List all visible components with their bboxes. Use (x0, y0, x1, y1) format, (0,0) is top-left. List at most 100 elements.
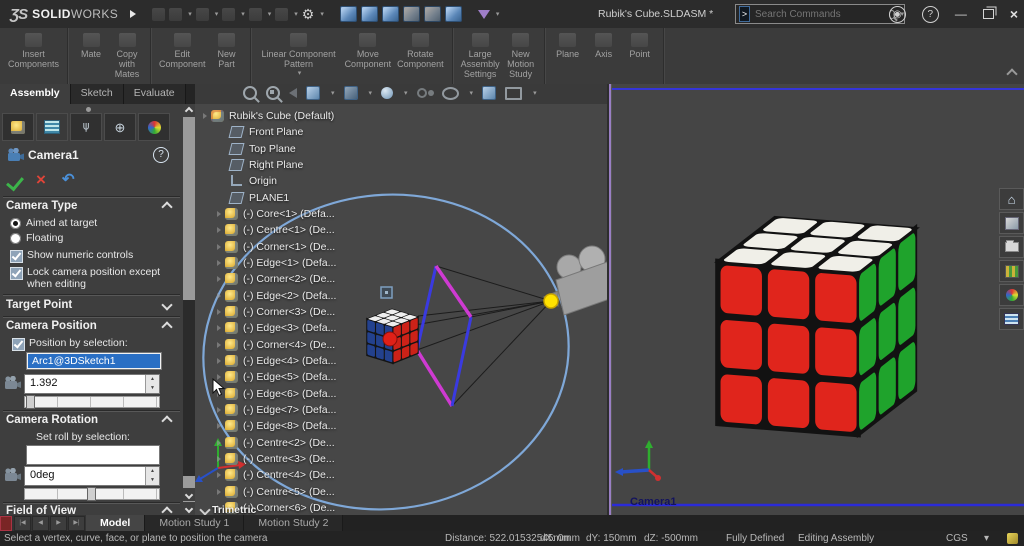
undo-icon[interactable] (249, 8, 262, 21)
new-file-icon[interactable] (169, 8, 182, 21)
home-tab-button[interactable]: ⌂ (999, 188, 1024, 210)
tab-sketch[interactable]: Sketch (71, 84, 124, 104)
linear-component-pattern-button[interactable]: Linear Component Pattern ▾ (259, 30, 339, 77)
tree-item[interactable]: (-) Centre<3> (De... (217, 451, 335, 466)
tree-item[interactable]: (-) Edge<7> (Defa... (217, 402, 336, 417)
collapse-camera-position-icon[interactable] (161, 321, 172, 332)
tree-item[interactable]: (-) Corner<3> (De... (217, 304, 335, 319)
open-file-icon[interactable] (196, 8, 209, 21)
tree-item[interactable]: (-) Edge<2> (Defa... (217, 288, 336, 303)
graphics-viewport-main[interactable]: ▾ ▾ ▾ ▾ ▾ Rubik's Cube (Default) Front P… (195, 84, 608, 515)
point-button[interactable]: Point (625, 30, 655, 59)
camera-position-slider[interactable] (24, 396, 160, 408)
large-assembly-settings-button[interactable]: Large Assembly Settings (461, 30, 500, 79)
ok-button[interactable] (6, 173, 24, 192)
camera-rotation-spinner[interactable]: 0deg ▲▼ (24, 466, 160, 486)
axis-button[interactable]: Axis (589, 30, 619, 59)
view-settings-icon[interactable] (505, 87, 522, 100)
insert-components-button[interactable]: Insert Components (8, 30, 59, 69)
tab-dimxpert[interactable]: ⊕ (104, 113, 136, 141)
search-commands-box[interactable]: > ▾ (735, 4, 905, 24)
tree-item[interactable]: (-) Centre<1> (De... (217, 222, 335, 237)
collapse-camera-rotation-icon[interactable] (161, 415, 172, 426)
tab-display-manager[interactable] (138, 113, 170, 141)
view-cube-icon-1[interactable] (340, 6, 357, 22)
spin-down-icon[interactable]: ▼ (146, 476, 159, 485)
rebuild-dropdown-icon[interactable]: ▾ (294, 10, 298, 18)
move-component-button[interactable]: Move Component (345, 30, 392, 69)
tab-configuration-manager[interactable]: ⋔ (70, 113, 102, 141)
help-icon[interactable]: ? (922, 6, 939, 23)
big-rubiks-cube[interactable] (714, 216, 920, 438)
home-icon[interactable] (152, 8, 165, 21)
tab-motion-study-2[interactable]: Motion Study 2 (244, 515, 343, 531)
hide-show-items-icon[interactable] (417, 88, 427, 98)
tab-scroll-next-button[interactable]: ▶ (50, 516, 67, 531)
zoom-fit-icon[interactable] (243, 86, 257, 100)
camera-rotation-slider[interactable] (24, 488, 160, 500)
view-orientation-icon[interactable] (344, 86, 358, 100)
section-view-icon[interactable] (306, 86, 320, 100)
tab-model[interactable]: Model (86, 515, 145, 531)
edit-component-button[interactable]: Edit Component (159, 30, 206, 69)
collapse-camera-type-icon[interactable] (161, 201, 172, 212)
tree-item[interactable]: (-) Corner<2> (De... (217, 271, 335, 286)
filter-dropdown-icon[interactable]: ▾ (496, 10, 500, 18)
scroll-down-button[interactable] (183, 488, 195, 501)
options-dropdown-icon[interactable]: ▾ (320, 10, 324, 18)
restore-button[interactable] (983, 9, 994, 19)
checkbox-lock-camera[interactable] (10, 267, 23, 280)
spin-down-icon[interactable]: ▼ (146, 384, 159, 393)
panel-scrollbar[interactable] (183, 104, 195, 515)
tab-evaluate[interactable]: Evaluate (124, 84, 186, 104)
save-dropdown-icon[interactable]: ▾ (241, 10, 245, 18)
edit-appearance-icon[interactable] (442, 87, 459, 100)
options-gear-icon[interactable]: ⚙ (302, 7, 315, 21)
tree-item[interactable]: Right Plane (221, 157, 303, 172)
camera-model[interactable] (544, 246, 608, 315)
spin-up-icon[interactable]: ▲ (146, 467, 159, 476)
user-account-icon[interactable]: ◉ (889, 6, 906, 23)
checkbox-position-by-selection[interactable] (12, 338, 25, 351)
plane-button[interactable]: Plane (553, 30, 583, 59)
tree-item[interactable]: (-) Corner<1> (De... (217, 239, 335, 254)
zoom-area-icon[interactable] (266, 86, 280, 100)
design-library-button[interactable] (999, 236, 1024, 258)
rebuild-icon[interactable] (275, 8, 288, 21)
new-motion-study-button[interactable]: New Motion Study (506, 30, 536, 79)
slider-thumb[interactable] (26, 395, 35, 409)
status-icon[interactable] (1007, 533, 1018, 544)
tab-scroll-last-button[interactable]: ▶| (68, 516, 85, 531)
tree-item[interactable]: (-) Edge<6> (Defa... (217, 386, 336, 401)
position-selection-listbox[interactable]: Arc1@3DSketch1 (26, 352, 162, 370)
status-units[interactable]: CGS (946, 533, 968, 544)
tree-item[interactable]: (-) Edge<8> (Defa... (217, 418, 336, 433)
view-cube-icon-3[interactable] (382, 6, 399, 22)
appearances-button[interactable] (999, 284, 1024, 306)
rotation-value[interactable]: 0deg (25, 467, 145, 485)
status-units-dropdown[interactable]: ▾ (984, 533, 989, 544)
point-marker[interactable] (381, 287, 392, 298)
selected-entity[interactable]: Arc1@3DSketch1 (28, 354, 160, 368)
new-part-button[interactable]: New Part (212, 30, 242, 69)
resources-button[interactable] (999, 212, 1024, 234)
tree-item[interactable]: (-) Edge<3> (Defa... (217, 320, 336, 335)
undo-dropdown-icon[interactable]: ▾ (268, 10, 272, 18)
minimize-button[interactable]: — (955, 7, 967, 21)
tree-item[interactable]: (-) Edge<4> (Defa... (217, 353, 336, 368)
open-dropdown-icon[interactable]: ▾ (215, 10, 219, 18)
view-cube-icon-4[interactable] (403, 6, 420, 22)
tab-property-manager[interactable] (36, 113, 68, 141)
tree-item[interactable]: (-) Edge<5> (Defa... (217, 369, 336, 384)
tree-item[interactable]: (-) Centre<2> (De... (217, 435, 335, 450)
tree-item[interactable]: (-) Centre<4> (De... (217, 467, 335, 482)
camera-frustum[interactable] (417, 266, 471, 406)
tab-feature-manager[interactable] (2, 113, 34, 141)
mate-button[interactable]: Mate (76, 30, 106, 59)
tab-scroll-first-button[interactable]: |◀ (14, 516, 31, 531)
camera-position-spinner[interactable]: 1.392 ▲▼ (24, 374, 160, 394)
tree-item[interactable]: Origin (221, 173, 277, 188)
file-explorer-button[interactable] (999, 260, 1024, 282)
view-cube-icon-5[interactable] (424, 6, 441, 22)
cancel-button[interactable]: × (36, 170, 46, 190)
